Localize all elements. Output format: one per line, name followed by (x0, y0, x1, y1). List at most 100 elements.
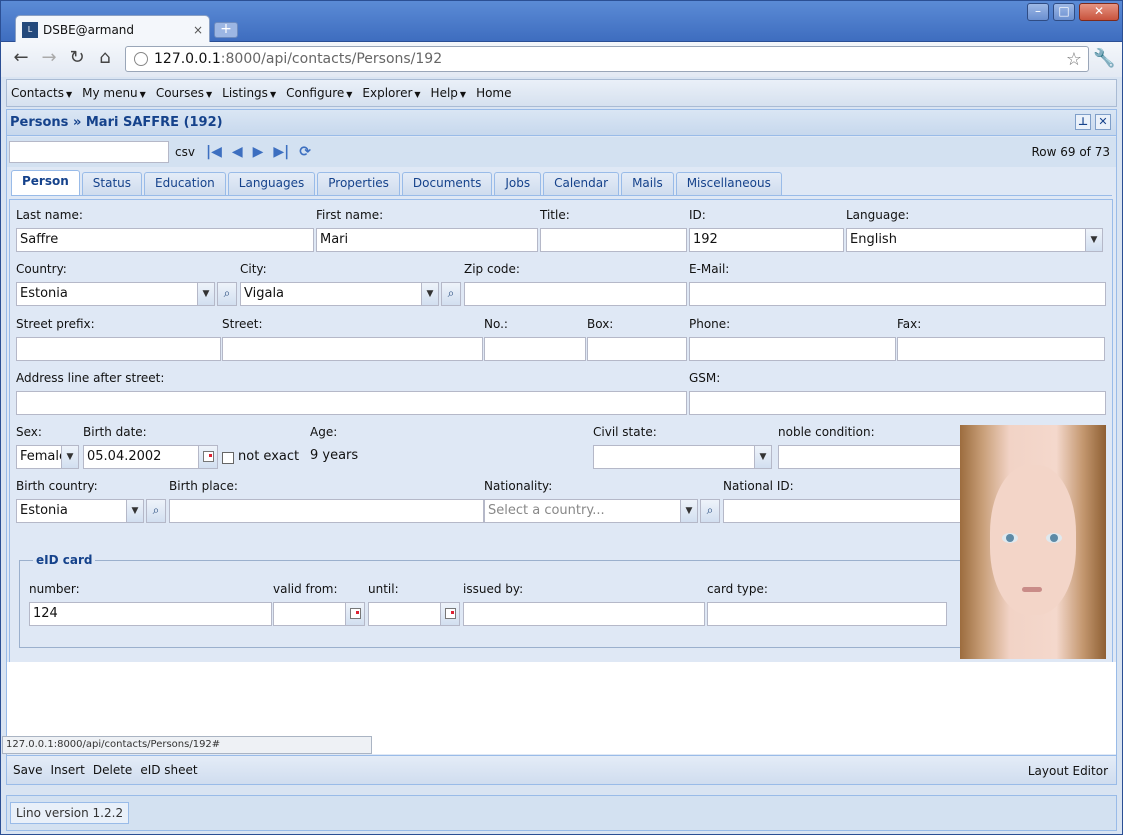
language-select[interactable]: English (846, 228, 1086, 252)
pin-icon[interactable]: ⊥ (1075, 114, 1091, 130)
search-icon[interactable]: ⌕ (700, 499, 720, 523)
chevron-down-icon[interactable]: ▼ (1085, 228, 1103, 252)
eye-icon (1046, 533, 1062, 543)
maximize-button[interactable]: □ (1053, 3, 1075, 21)
until-field[interactable] (368, 602, 441, 626)
eid-number-field[interactable]: 124 (29, 602, 272, 626)
insert-button[interactable]: Insert (50, 763, 84, 777)
phone-field[interactable] (689, 337, 896, 361)
birth-date-label: Birth date: (83, 425, 147, 439)
next-page-icon[interactable]: ▶ (253, 144, 264, 160)
city-select[interactable]: Vigala (240, 282, 422, 306)
email-field[interactable] (689, 282, 1106, 306)
search-icon[interactable]: ⌕ (441, 282, 461, 306)
first-name-field[interactable]: Mari (316, 228, 538, 252)
issued-by-field[interactable] (463, 602, 705, 626)
country-select[interactable]: Estonia (16, 282, 198, 306)
tab-person[interactable]: Person (11, 170, 80, 195)
person-photo (960, 425, 1106, 659)
reload-icon[interactable]: ↻ (65, 48, 89, 70)
forward-icon[interactable]: → (37, 48, 61, 70)
chevron-down-icon[interactable]: ▼ (421, 282, 439, 306)
close-panel-icon[interactable]: ✕ (1095, 114, 1111, 130)
last-page-icon[interactable]: ▶| (273, 144, 289, 160)
box-field[interactable] (587, 337, 687, 361)
address-after-field[interactable] (16, 391, 687, 415)
address-path: :8000/api/contacts/Persons/192 (220, 51, 443, 67)
not-exact-checkbox[interactable] (222, 452, 234, 464)
menu-my-menu[interactable]: My menu ▼ (82, 86, 146, 100)
no-field[interactable] (484, 337, 586, 361)
tab-languages[interactable]: Languages (227, 172, 316, 195)
birth-place-field[interactable] (169, 499, 484, 523)
tab-jobs[interactable]: Jobs (494, 172, 542, 195)
layout-editor-button[interactable]: Layout Editor (1028, 764, 1108, 778)
menu-contacts[interactable]: Contacts ▼ (11, 86, 72, 100)
new-tab-button[interactable]: + (214, 22, 238, 38)
birth-place-label: Birth place: (169, 479, 238, 493)
breadcrumb[interactable]: Persons » Mari SAFFRE (192) (10, 115, 223, 130)
title-field[interactable] (540, 228, 687, 252)
calendar-icon[interactable] (198, 445, 218, 469)
valid-from-field[interactable] (273, 602, 346, 626)
menu-courses[interactable]: Courses ▼ (156, 86, 212, 100)
chevron-down-icon[interactable]: ▼ (754, 445, 772, 469)
birth-date-field[interactable]: 05.04.2002 (83, 445, 199, 469)
tab-close-icon[interactable]: × (193, 23, 203, 37)
menu-home[interactable]: Home (476, 86, 511, 100)
tab-status[interactable]: Status (81, 172, 143, 195)
search-icon[interactable]: ⌕ (146, 499, 166, 523)
tab-calendar[interactable]: Calendar (543, 172, 620, 195)
close-window-button[interactable]: ✕ (1079, 3, 1119, 21)
zip-field[interactable] (464, 282, 687, 306)
card-type-field[interactable] (707, 602, 947, 626)
wrench-icon[interactable]: 🔧 (1093, 48, 1115, 69)
tab-miscellaneous[interactable]: Miscellaneous (675, 172, 782, 195)
menu-explorer[interactable]: Explorer ▼ (362, 86, 420, 100)
search-icon[interactable]: ⌕ (217, 282, 237, 306)
sex-select[interactable]: Female (16, 445, 62, 469)
civil-state-select[interactable] (593, 445, 755, 469)
eid-sheet-button[interactable]: eID sheet (140, 763, 197, 777)
title-label: Title: (540, 208, 570, 222)
last-name-field[interactable]: Saffre (16, 228, 314, 252)
last-name-label: Last name: (16, 208, 83, 222)
card-type-label: card type: (707, 582, 768, 596)
menu-configure[interactable]: Configure ▼ (286, 86, 352, 100)
bookmark-star-icon[interactable]: ☆ (1066, 49, 1082, 70)
street-field[interactable] (222, 337, 483, 361)
save-button[interactable]: Save (13, 763, 42, 777)
chevron-down-icon[interactable]: ▼ (126, 499, 144, 523)
address-host: 127.0.0.1 (154, 51, 221, 67)
tab-mails[interactable]: Mails (621, 172, 674, 195)
chevron-down-icon[interactable]: ▼ (61, 445, 79, 469)
chevron-down-icon[interactable]: ▼ (680, 499, 698, 523)
national-id-field[interactable] (723, 499, 961, 523)
prev-page-icon[interactable]: ◀ (232, 144, 243, 160)
calendar-icon[interactable] (440, 602, 460, 626)
refresh-icon[interactable]: ⟳ (299, 144, 311, 160)
gsm-field[interactable] (689, 391, 1106, 415)
delete-button[interactable]: Delete (93, 763, 132, 777)
browser-tab[interactable]: L DSBE@armand × (15, 15, 210, 43)
nationality-select[interactable]: Select a country... (484, 499, 681, 523)
address-bar[interactable]: 127.0.0.1:8000/api/contacts/Persons/192 … (125, 46, 1089, 72)
quick-search-input[interactable] (9, 141, 169, 163)
menu-listings[interactable]: Listings ▼ (222, 86, 276, 100)
calendar-icon[interactable] (345, 602, 365, 626)
tab-documents[interactable]: Documents (401, 172, 493, 195)
chevron-down-icon[interactable]: ▼ (197, 282, 215, 306)
tab-properties[interactable]: Properties (317, 172, 400, 195)
first-page-icon[interactable]: |◀ (206, 144, 222, 160)
csv-button[interactable]: csv (175, 145, 195, 159)
birth-country-select[interactable]: Estonia (16, 499, 127, 523)
street-prefix-field[interactable] (16, 337, 221, 361)
id-field[interactable]: 192 (689, 228, 844, 252)
menu-help[interactable]: Help ▼ (431, 86, 467, 100)
noble-condition-field[interactable] (778, 445, 961, 469)
fax-field[interactable] (897, 337, 1105, 361)
minimize-button[interactable]: – (1027, 3, 1049, 21)
tab-education[interactable]: Education (144, 172, 226, 195)
home-icon[interactable]: ⌂ (93, 48, 117, 70)
back-icon[interactable]: ← (9, 48, 33, 70)
